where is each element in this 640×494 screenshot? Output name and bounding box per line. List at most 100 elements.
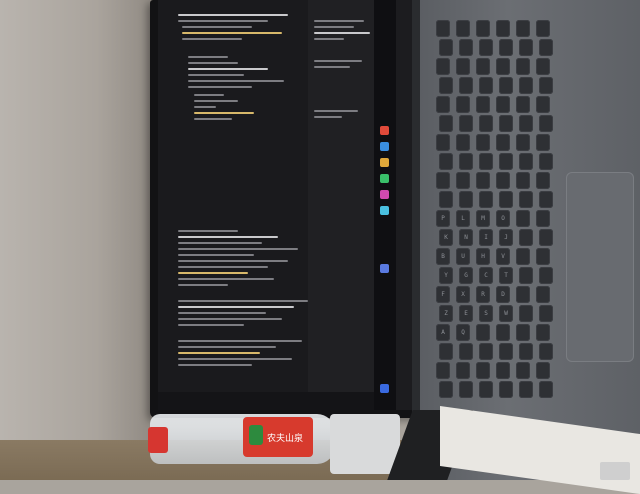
keyboard-key[interactable] <box>459 153 473 170</box>
keyboard-key[interactable] <box>539 343 553 360</box>
taskbar-app-icon[interactable] <box>380 264 389 273</box>
keyboard-key[interactable] <box>539 77 553 94</box>
keyboard-key[interactable] <box>536 58 550 75</box>
keyboard-key[interactable] <box>479 343 493 360</box>
keyboard-key[interactable]: L <box>456 210 470 227</box>
keyboard-key[interactable] <box>499 381 513 398</box>
keyboard-key[interactable]: P <box>436 210 450 227</box>
keyboard-key[interactable] <box>496 172 510 189</box>
taskbar-app-icon[interactable] <box>380 142 389 151</box>
keyboard-key[interactable] <box>496 20 510 37</box>
keyboard-key[interactable]: G <box>459 267 473 284</box>
keyboard-key[interactable] <box>539 115 553 132</box>
keyboard-key[interactable] <box>476 134 490 151</box>
keyboard-key[interactable] <box>456 58 470 75</box>
keyboard-key[interactable]: I <box>479 229 493 246</box>
keyboard-key[interactable] <box>496 362 510 379</box>
keyboard-key[interactable] <box>539 153 553 170</box>
keyboard-key[interactable] <box>456 96 470 113</box>
keyboard-key[interactable] <box>519 153 533 170</box>
keyboard-key[interactable] <box>499 191 513 208</box>
keyboard-key[interactable] <box>459 39 473 56</box>
keyboard-key[interactable] <box>476 362 490 379</box>
keyboard-key[interactable] <box>516 172 530 189</box>
keyboard-key[interactable] <box>499 39 513 56</box>
keyboard-key[interactable] <box>439 191 453 208</box>
keyboard-key[interactable] <box>476 20 490 37</box>
keyboard-key[interactable] <box>459 191 473 208</box>
keyboard-key[interactable] <box>539 267 553 284</box>
keyboard-key[interactable] <box>516 210 530 227</box>
keyboard-key[interactable] <box>439 381 453 398</box>
touchpad[interactable] <box>566 172 634 362</box>
keyboard-key[interactable] <box>496 324 510 341</box>
taskbar-app-icon[interactable] <box>380 174 389 183</box>
keyboard-key[interactable] <box>536 134 550 151</box>
keyboard-key[interactable] <box>496 58 510 75</box>
keyboard-key[interactable] <box>516 248 530 265</box>
keyboard-key[interactable]: Q <box>456 324 470 341</box>
keyboard-key[interactable] <box>519 39 533 56</box>
keyboard-key[interactable]: F <box>436 286 450 303</box>
keyboard-key[interactable] <box>479 39 493 56</box>
keyboard-key[interactable] <box>519 305 533 322</box>
keyboard-key[interactable] <box>476 96 490 113</box>
keyboard-key[interactable] <box>476 172 490 189</box>
keyboard-key[interactable] <box>516 58 530 75</box>
keyboard-key[interactable] <box>479 115 493 132</box>
keyboard-key[interactable]: T <box>499 267 513 284</box>
keyboard-key[interactable] <box>516 324 530 341</box>
keyboard-key[interactable]: X <box>456 286 470 303</box>
keyboard-key[interactable] <box>539 229 553 246</box>
keyboard-key[interactable] <box>516 134 530 151</box>
keyboard-key[interactable] <box>436 96 450 113</box>
keyboard-key[interactable] <box>499 343 513 360</box>
keyboard-key[interactable] <box>479 153 493 170</box>
start-menu-icon[interactable] <box>380 384 389 393</box>
keyboard-key[interactable] <box>516 96 530 113</box>
keyboard-key[interactable] <box>536 324 550 341</box>
keyboard-key[interactable] <box>439 343 453 360</box>
keyboard-key[interactable] <box>536 286 550 303</box>
keyboard-key[interactable] <box>516 20 530 37</box>
keyboard-key[interactable] <box>456 134 470 151</box>
keyboard-key[interactable] <box>479 381 493 398</box>
taskbar-app-icon[interactable] <box>380 158 389 167</box>
keyboard-key[interactable]: N <box>459 229 473 246</box>
keyboard-key[interactable]: C <box>479 267 493 284</box>
keyboard-key[interactable] <box>516 362 530 379</box>
keyboard-key[interactable] <box>456 172 470 189</box>
keyboard-key[interactable] <box>476 58 490 75</box>
keyboard-key[interactable] <box>439 153 453 170</box>
keyboard-key[interactable] <box>436 134 450 151</box>
taskbar-app-icon[interactable] <box>380 190 389 199</box>
keyboard-key[interactable] <box>516 286 530 303</box>
keyboard-key[interactable] <box>519 229 533 246</box>
keyboard-key[interactable]: D <box>496 286 510 303</box>
keyboard-key[interactable]: S <box>479 305 493 322</box>
keyboard-key[interactable] <box>476 324 490 341</box>
keyboard-key[interactable] <box>536 210 550 227</box>
keyboard-key[interactable] <box>519 115 533 132</box>
keyboard-key[interactable]: V <box>496 248 510 265</box>
keyboard-key[interactable] <box>499 77 513 94</box>
taskbar-app-icon[interactable] <box>380 206 389 215</box>
keyboard-key[interactable] <box>436 20 450 37</box>
keyboard-key[interactable] <box>536 248 550 265</box>
keyboard-key[interactable] <box>459 381 473 398</box>
keyboard-key[interactable] <box>536 20 550 37</box>
keyboard-key[interactable]: B <box>436 248 450 265</box>
keyboard-key[interactable] <box>459 343 473 360</box>
taskbar-app-icon[interactable] <box>380 126 389 135</box>
keyboard-key[interactable] <box>536 96 550 113</box>
keyboard-key[interactable]: R <box>476 286 490 303</box>
keyboard-key[interactable] <box>536 362 550 379</box>
keyboard-key[interactable]: E <box>459 305 473 322</box>
keyboard-key[interactable] <box>539 381 553 398</box>
keyboard-key[interactable] <box>459 115 473 132</box>
keyboard-key[interactable]: A <box>436 324 450 341</box>
keyboard-key[interactable] <box>539 191 553 208</box>
keyboard-key[interactable] <box>456 20 470 37</box>
keyboard-key[interactable] <box>456 362 470 379</box>
keyboard-key[interactable] <box>436 58 450 75</box>
